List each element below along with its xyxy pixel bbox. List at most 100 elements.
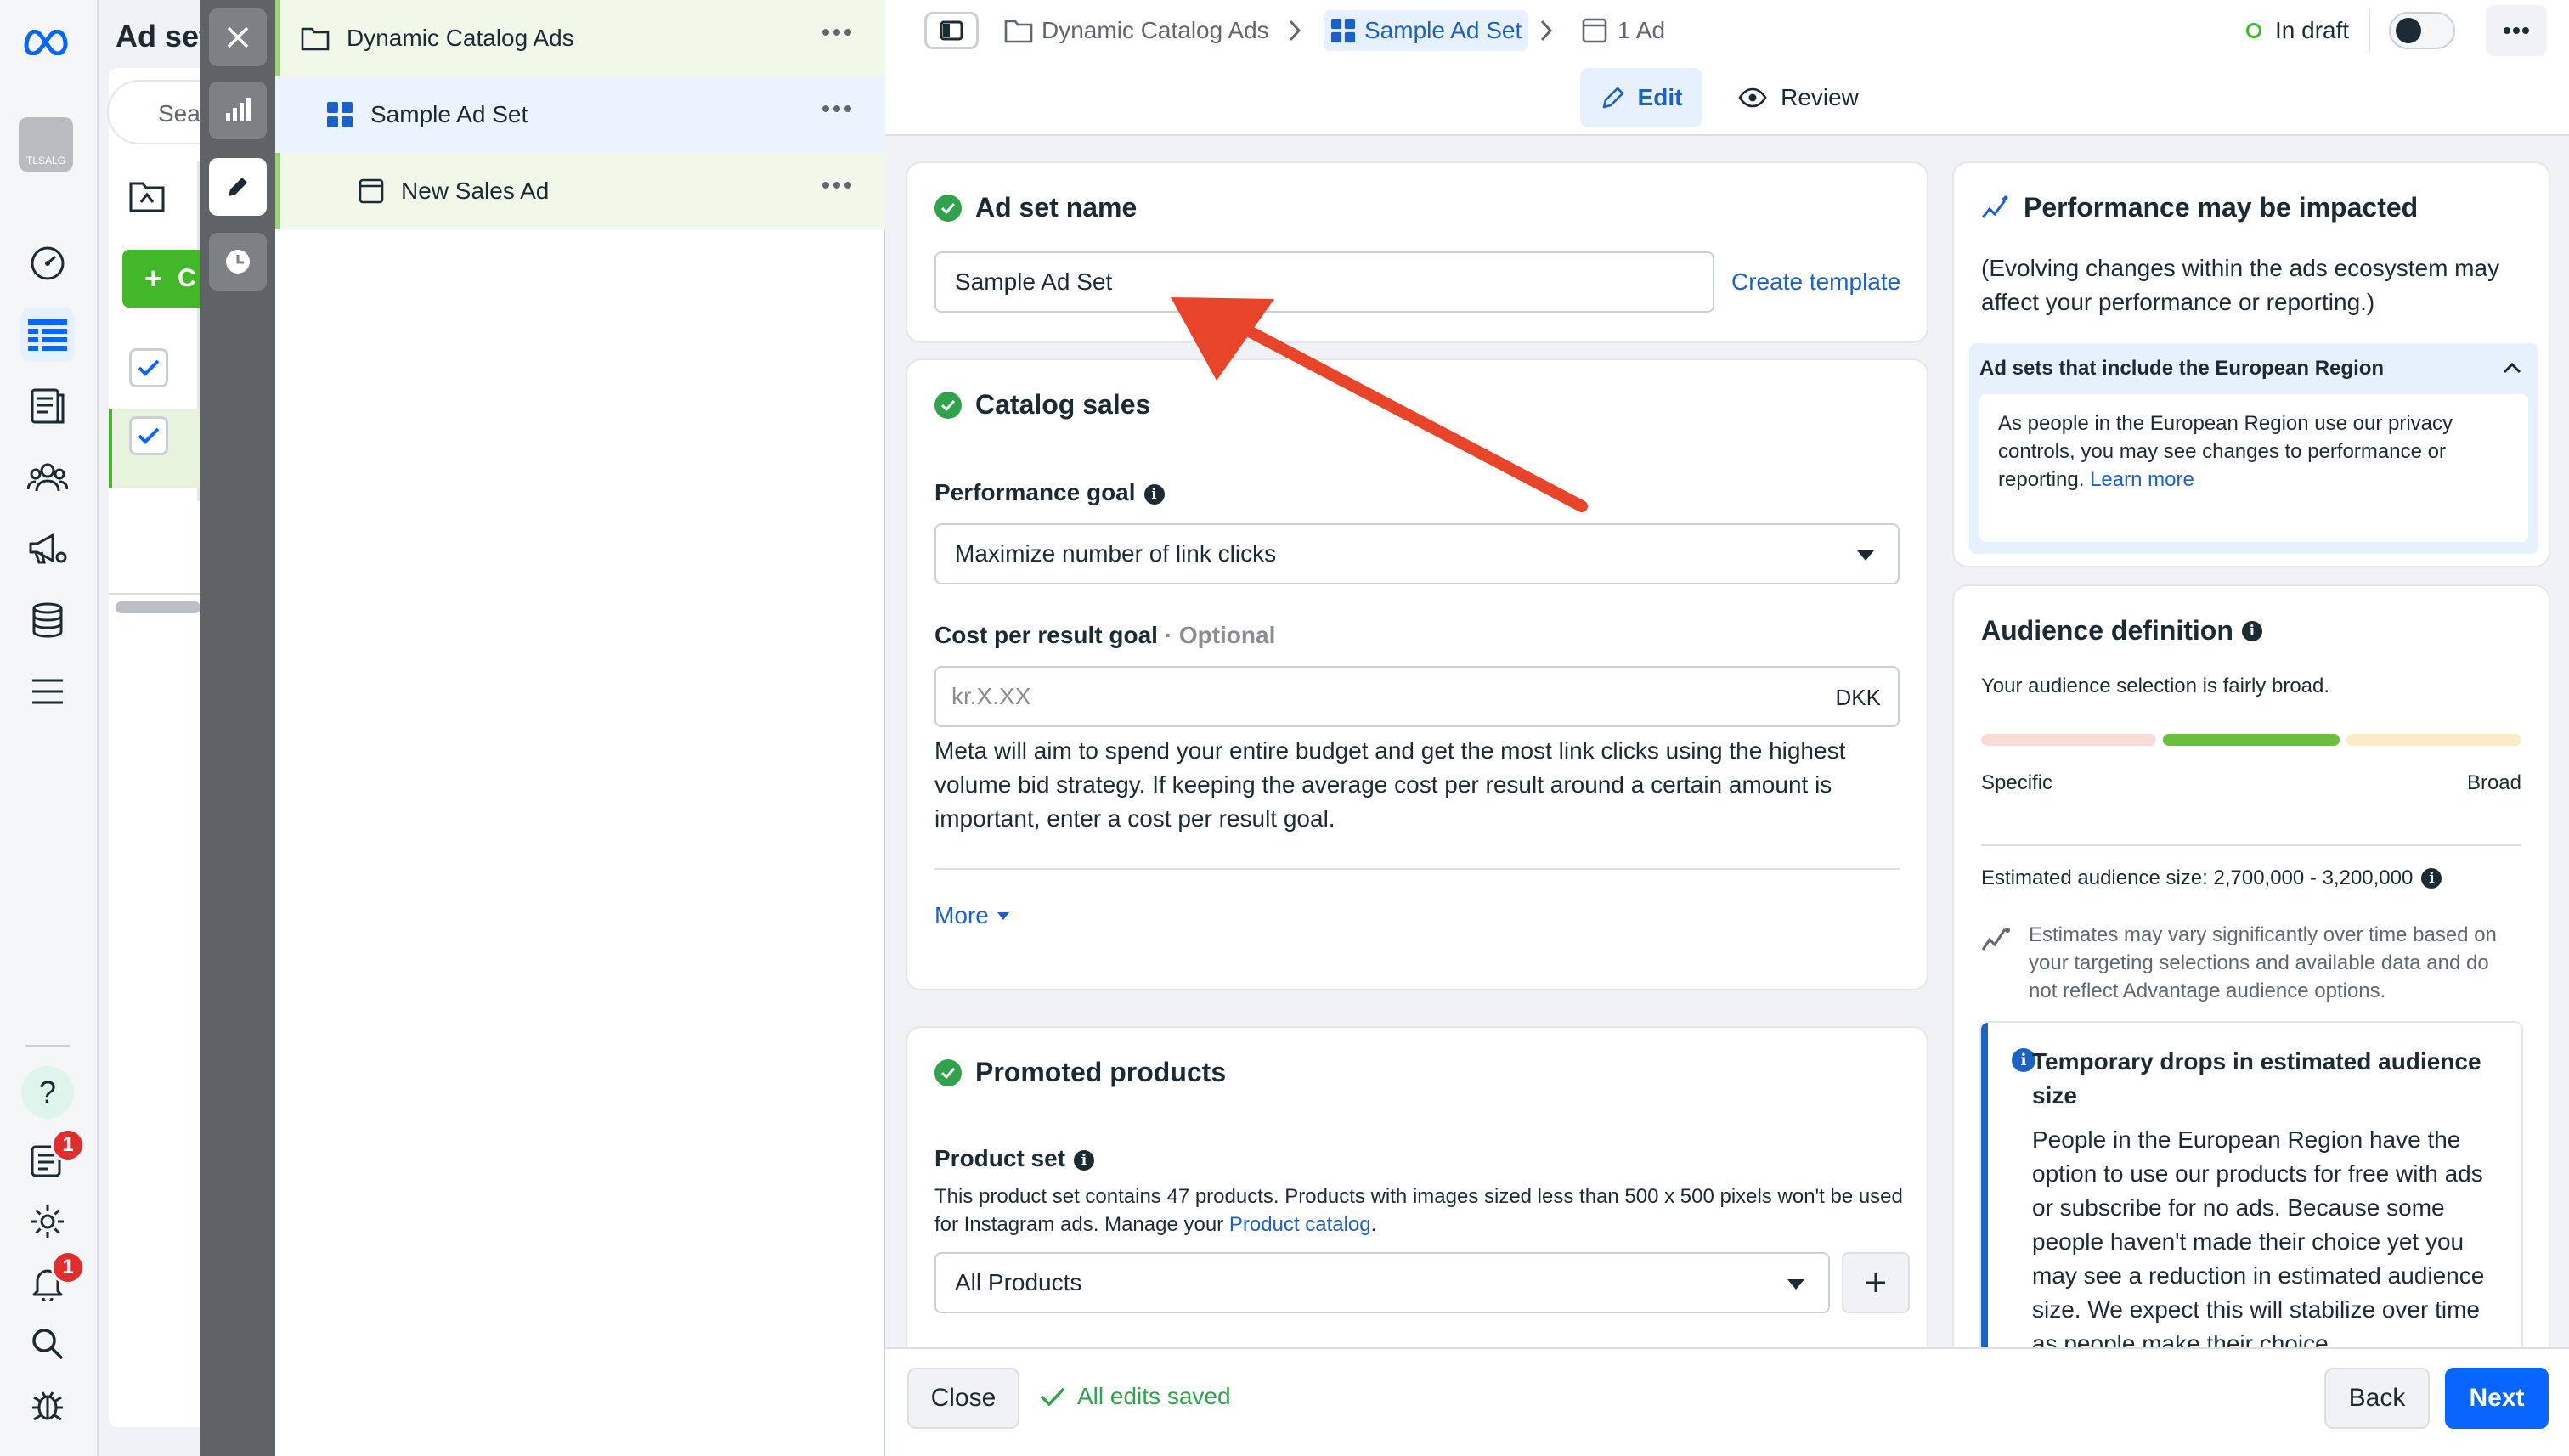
product-set-description: This product set contains 47 products. P…	[934, 1185, 1903, 1236]
caret-down-icon	[1857, 550, 1874, 561]
create-template-link[interactable]: Create template	[1731, 268, 1900, 296]
product-set-select[interactable]: All Products	[934, 1252, 1830, 1313]
toggle-tree-panel-icon[interactable]	[924, 12, 979, 49]
back-button[interactable]: Back	[2324, 1368, 2430, 1429]
info-icon[interactable]: i	[1074, 1149, 1095, 1171]
product-catalog-link[interactable]: Product catalog	[1229, 1213, 1371, 1236]
breadcrumb-ad[interactable]: 1 Ad	[1582, 10, 1665, 51]
close-editor-button[interactable]	[209, 8, 267, 66]
estimated-audience-size: Estimated audience size: 2,700,000 - 3,2…	[1981, 866, 2442, 890]
more-options-link[interactable]: More	[934, 902, 1009, 929]
dashboard-gauge-icon[interactable]	[20, 236, 75, 291]
specific-label: Specific	[1981, 771, 2053, 794]
breadth-segment-specific	[1981, 734, 2156, 746]
reports-document-icon[interactable]	[20, 379, 75, 433]
cost-per-result-input[interactable]: kr.X.XX DKK	[934, 666, 1900, 727]
tree-row-ad[interactable]: New Sales Ad	[275, 153, 885, 229]
status-dot-icon	[2246, 23, 2261, 38]
meta-logo-icon[interactable]	[20, 15, 75, 70]
edit-pencil-icon[interactable]	[209, 158, 267, 216]
tree-row-adset[interactable]: Sample Ad Set	[275, 76, 885, 153]
chevron-up-icon[interactable]	[2503, 362, 2521, 374]
close-button[interactable]: Close	[907, 1368, 1019, 1429]
alerts-badge: 1	[51, 1250, 85, 1284]
tree-campaign-label: Dynamic Catalog Ads	[347, 25, 574, 51]
audiences-people-icon[interactable]	[20, 450, 75, 505]
more-options-icon[interactable]	[822, 105, 851, 112]
horizontal-scrollbar[interactable]	[116, 601, 200, 613]
european-region-accordion: Ad sets that include the European Region…	[1969, 343, 2538, 554]
background-title: Ad set	[116, 19, 210, 54]
audience-drop-title: Temporary drops in estimated audience si…	[2032, 1048, 2481, 1109]
select-all-checkbox[interactable]	[129, 348, 168, 387]
chevron-right-icon	[1289, 20, 1301, 42]
complete-check-icon	[934, 1058, 962, 1086]
add-product-set-button[interactable]	[1842, 1252, 1910, 1313]
promoted-products-card: Promoted products Product set i This prod…	[907, 1028, 1927, 1385]
accordion-body: As people in the European Region use our…	[1998, 412, 2453, 491]
product-set-label: Product set i	[934, 1145, 1095, 1172]
more-options-icon[interactable]	[822, 29, 851, 36]
performance-impact-card: Performance may be impacted (Evolving ch…	[1954, 163, 2549, 566]
performance-goal-label: Performance goal i	[934, 479, 1165, 506]
create-button[interactable]: + C	[122, 250, 207, 308]
breadth-segment-middle	[2163, 734, 2340, 746]
structure-tree: Dynamic Catalog Ads Sample Ad Set New Sa…	[275, 0, 885, 1456]
estimate-note: Estimates may vary significantly over ti…	[2029, 923, 2497, 1002]
campaigns-table-icon[interactable]	[20, 308, 75, 362]
performance-impact-title: Performance may be impacted	[1981, 192, 2418, 223]
checkmark-icon	[1040, 1387, 1065, 1406]
complete-check-icon	[934, 194, 962, 222]
help-question-icon[interactable]: ?	[20, 1065, 75, 1120]
editor-bottombar: Close All edits saved Back Next	[885, 1347, 2569, 1456]
accordion-title[interactable]: Ad sets that include the European Region	[1979, 357, 2384, 381]
bid-strategy-description: Meta will aim to spend your entire budge…	[934, 737, 1846, 832]
breadcrumb-adset[interactable]: Sample Ad Set	[1324, 10, 1529, 51]
adset-name-title: Ad set name	[934, 192, 1137, 223]
tab-edit[interactable]: Edit	[1580, 68, 1702, 127]
more-options-icon[interactable]	[822, 182, 851, 189]
catalog-sales-title: Catalog sales	[934, 389, 1150, 420]
promoted-products-title: Promoted products	[934, 1057, 1226, 1088]
report-bug-icon[interactable]	[20, 1378, 75, 1432]
folder-icon[interactable]	[127, 178, 167, 214]
info-icon[interactable]: i	[2421, 868, 2442, 889]
next-button[interactable]: Next	[2445, 1368, 2549, 1429]
search-icon[interactable]	[20, 1317, 75, 1371]
audience-breadth-text: Your audience selection is fairly broad.	[1981, 674, 2330, 697]
tree-adset-label: Sample Ad Set	[370, 101, 528, 127]
history-clock-icon[interactable]	[209, 233, 267, 291]
tree-row-campaign[interactable]: Dynamic Catalog Ads	[275, 0, 885, 76]
nav-divider	[25, 1045, 70, 1047]
publish-toggle[interactable]	[2389, 12, 2455, 49]
caret-down-icon	[997, 911, 1009, 920]
all-tools-menu-icon[interactable]	[20, 664, 75, 719]
chart-bars-icon[interactable]	[209, 82, 267, 139]
trend-line-icon	[1981, 928, 2010, 951]
trend-chart-icon	[1981, 195, 2008, 218]
complete-check-icon	[934, 391, 962, 419]
chevron-right-icon	[1540, 20, 1553, 42]
notification-badge: 1	[51, 1128, 85, 1162]
row-checkbox[interactable]	[129, 416, 168, 455]
background-search-input[interactable]: Sea	[109, 82, 200, 143]
editor-tool-strip	[200, 0, 275, 1456]
advertising-settings-megaphone-icon[interactable]	[20, 522, 75, 576]
performance-goal-select[interactable]: Maximize number of link clicks	[934, 523, 1900, 584]
tab-review[interactable]: Review	[1726, 68, 1871, 127]
save-status: All edits saved	[1040, 1383, 1231, 1410]
cost-per-result-label: Cost per result goal · Optional	[934, 622, 1276, 648]
more-actions-button[interactable]	[2486, 5, 2547, 56]
billing-database-icon[interactable]	[20, 593, 75, 647]
account-avatar[interactable]: TLSALG	[19, 117, 73, 172]
broad-label: Broad	[2466, 771, 2521, 794]
breadcrumb-campaign[interactable]: Dynamic Catalog Ads	[1004, 10, 1269, 51]
draft-status: In draft	[2246, 12, 2349, 49]
audience-definition-card: Audience definition i Your audience selec…	[1954, 586, 2549, 1402]
info-icon[interactable]: i	[2241, 620, 2262, 641]
learn-more-link[interactable]: Learn more	[2090, 468, 2194, 491]
editor-topbar: Dynamic Catalog Ads Sample Ad Set 1 Ad I…	[885, 0, 2569, 136]
currency-label: DKK	[1835, 685, 1881, 710]
settings-gear-icon[interactable]	[20, 1194, 75, 1249]
audience-breadth-meter	[1981, 734, 2521, 746]
